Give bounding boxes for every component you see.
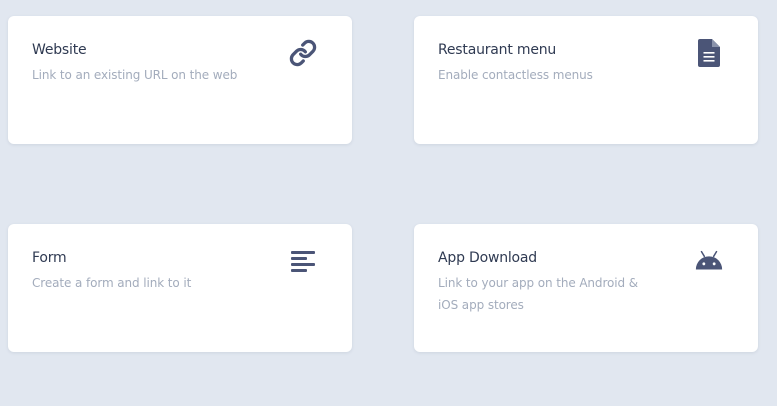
card-restaurant-menu[interactable]: Restaurant menu Enable contactless menus [414, 16, 758, 144]
card-title: Website [32, 42, 87, 58]
card-description: Link to your app on the Android & iOS ap… [438, 276, 638, 312]
link-icon [288, 38, 318, 68]
card-title: Form [32, 250, 67, 266]
document-icon [694, 38, 724, 68]
card-title: App Download [438, 250, 537, 266]
card-title: Restaurant menu [438, 42, 557, 58]
card-form[interactable]: Form Create a form and link to it [8, 224, 352, 352]
card-website[interactable]: Website Link to an existing URL on the w… [8, 16, 352, 144]
android-icon [694, 246, 724, 276]
card-description: Link to an existing URL on the web [32, 68, 238, 82]
card-description: Create a form and link to it [32, 276, 192, 290]
card-description: Enable contactless menus [438, 68, 593, 82]
align-left-icon [288, 246, 318, 276]
card-app-download[interactable]: App Download Link to your app on the And… [414, 224, 758, 352]
